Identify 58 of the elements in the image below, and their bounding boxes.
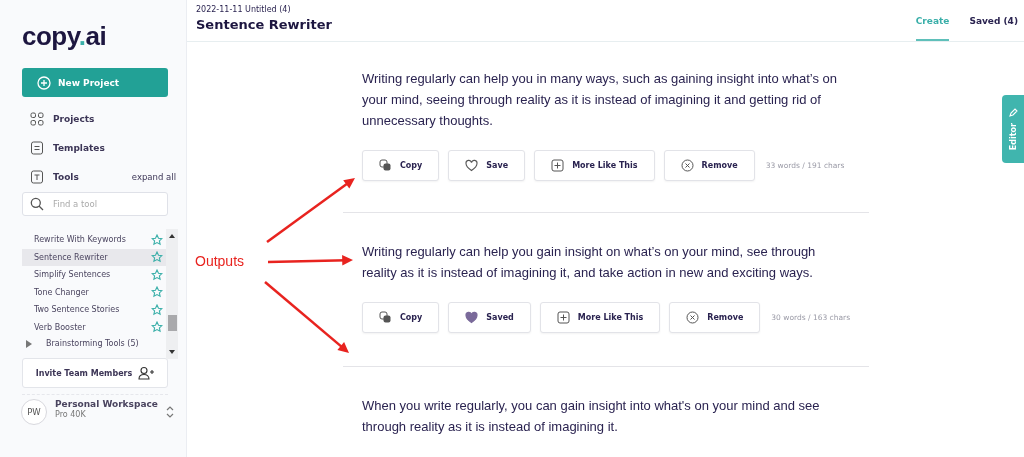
chevron-up-down-icon — [165, 405, 174, 419]
text-box-icon — [30, 170, 44, 184]
tool-item[interactable]: Verb Booster — [22, 318, 166, 336]
star-icon — [151, 251, 163, 264]
nav-link[interactable]: Tools — [53, 172, 79, 182]
document-icon — [30, 141, 44, 155]
annotation-label: Outputs — [195, 253, 245, 269]
scrollbar[interactable] — [166, 229, 178, 359]
workspace-name: Personal Workspace — [55, 399, 158, 409]
expand-all-link[interactable]: expand all — [131, 172, 176, 182]
tool-item[interactable]: Rewrite With Keywords — [22, 231, 166, 249]
copy-button[interactable]: Copy — [362, 302, 440, 333]
logo: copy.ai — [22, 22, 107, 50]
more-like-this-button[interactable]: More Like This — [534, 150, 655, 181]
close-circle-icon — [680, 159, 694, 172]
output-text: Writing regularly can help you gain insight on what’s on your mind, see through reality as it is instead of imagining it, and take action in new and exciting ways. — [362, 243, 817, 282]
up-caret-icon — [169, 234, 175, 238]
grid-icon — [30, 112, 44, 126]
tool-item[interactable]: Simplify Sentences — [22, 266, 166, 284]
more-like-this-button[interactable]: More Like This — [539, 302, 661, 333]
pencil-icon — [1008, 107, 1018, 118]
project-subtitle: 2022-11-11 Untitled (4) — [196, 5, 292, 14]
star-icon — [151, 303, 163, 316]
save-button[interactable]: Saved — [448, 302, 531, 333]
nav-link[interactable]: Templates — [53, 143, 105, 153]
copy-icon — [379, 159, 392, 172]
star-icon — [151, 286, 163, 299]
page-title: Sentence Rewriter — [196, 17, 332, 32]
nav-link[interactable]: Projects — [53, 114, 95, 124]
heart-icon — [465, 311, 479, 324]
tool-item[interactable]: Sentence Rewriter — [22, 248, 166, 266]
add-person-icon — [138, 366, 155, 380]
scrollbar-thumb[interactable] — [167, 315, 177, 331]
star-icon — [151, 321, 163, 334]
invite-button[interactable]: Invite Team Members — [22, 358, 168, 388]
down-caret-icon — [169, 350, 175, 354]
tool-group-toggle[interactable]: Brainstorming Tools (5) — [22, 339, 139, 348]
copy-button[interactable]: Copy — [362, 150, 440, 181]
star-icon — [151, 268, 163, 281]
tool-item[interactable]: Tone Changer — [22, 283, 166, 301]
workspace-plan: Pro 40K — [55, 410, 87, 419]
tab[interactable]: Saved (4) — [969, 5, 1018, 41]
star-icon — [151, 233, 163, 246]
close-circle-icon — [686, 311, 700, 324]
tool-item[interactable]: Two Sentence Stories — [22, 301, 166, 319]
remove-button[interactable]: Remove — [669, 302, 761, 333]
remove-button[interactable]: Remove — [663, 150, 755, 181]
output-text: When you write regularly, you can gain insight into what's on your mind and see through reality as it is instead of imagining it. — [362, 397, 821, 436]
plus-circle-icon — [37, 75, 51, 90]
heart-icon — [465, 159, 479, 172]
caret-right-icon — [26, 339, 32, 348]
save-button[interactable]: Save — [448, 150, 526, 181]
output-text: Writing regularly can help you in many ways, such as gaining insight into what’s on your mind, seeing through reality as it is instead of imagining it and getting rid of unnecessary thoughts. — [362, 70, 838, 130]
search-field[interactable]: Find a tool — [22, 192, 168, 216]
copy-icon — [379, 311, 392, 324]
plus-square-icon — [551, 159, 565, 172]
plus-square-icon — [556, 311, 570, 324]
avatar[interactable]: PW — [21, 399, 47, 425]
